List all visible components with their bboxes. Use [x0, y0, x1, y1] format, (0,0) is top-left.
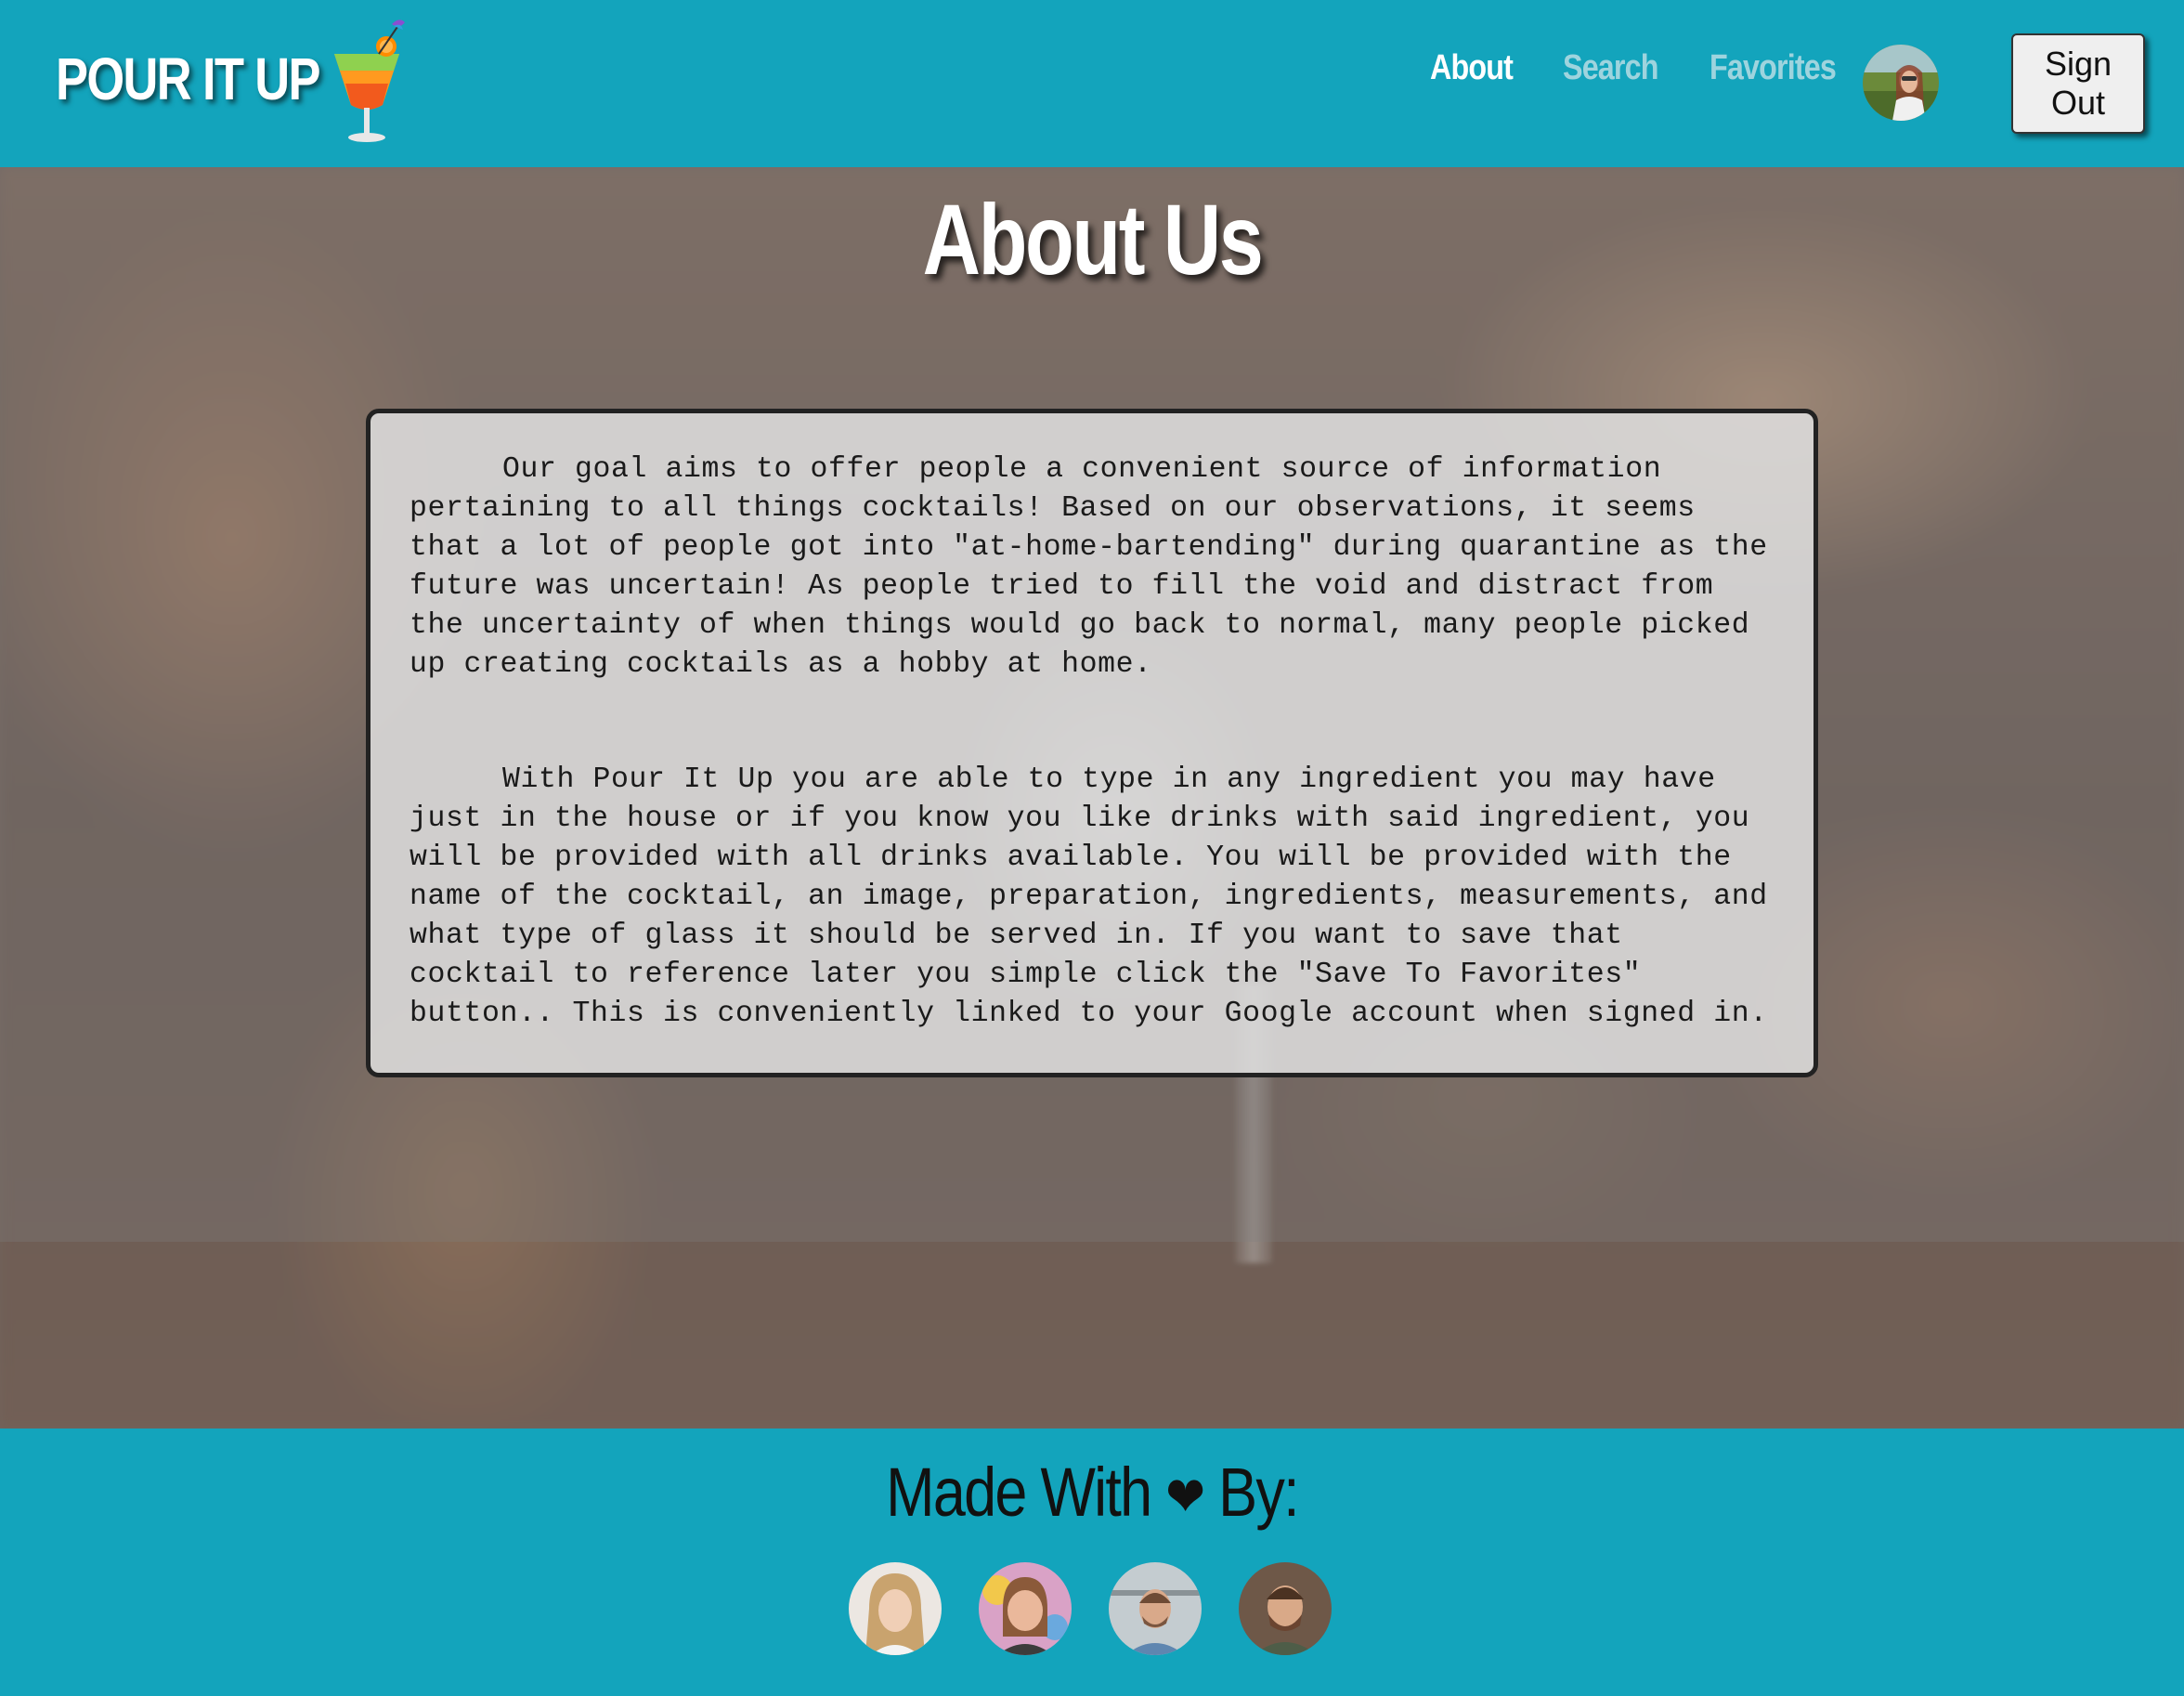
lower-overlay	[0, 1242, 2184, 1429]
about-paragraph-goal: Our goal aims to offer people a convenie…	[410, 453, 1768, 681]
tropical-drink-icon	[334, 20, 405, 142]
nav-about[interactable]: About	[1430, 48, 1514, 88]
footer-title-suffix: By:	[1218, 1454, 1299, 1531]
main-nav: About Search Favorites	[1430, 48, 1858, 88]
footer: Made With ❤ By:	[0, 1429, 2184, 1696]
team-member-avatar[interactable]	[979, 1562, 1072, 1655]
footer-title-prefix: Made With	[886, 1454, 1152, 1531]
brand[interactable]: POUR IT UP	[56, 20, 405, 142]
team-member-photo	[1109, 1562, 1202, 1655]
nav-search[interactable]: Search	[1563, 48, 1658, 88]
team-member-avatar[interactable]	[1109, 1562, 1202, 1655]
team-avatars	[849, 1562, 1332, 1655]
team-member-avatar[interactable]	[849, 1562, 942, 1655]
user-avatar-photo	[1863, 45, 1939, 121]
sign-out-button[interactable]: Sign Out	[2011, 33, 2145, 134]
heart-icon: ❤	[1165, 1466, 1205, 1528]
about-card: Our goal aims to offer people a convenie…	[366, 409, 1818, 1077]
team-member-photo	[849, 1562, 942, 1655]
app-title: POUR IT UP	[56, 46, 321, 112]
top-navbar: POUR IT UP About Search Favorites Sign O…	[0, 0, 2184, 167]
team-member-avatar[interactable]	[1239, 1562, 1332, 1655]
team-member-photo	[1239, 1562, 1332, 1655]
page-title: About Us	[922, 183, 1264, 295]
footer-title: Made With ❤ By:	[0, 1453, 2184, 1532]
about-paragraph-features: With Pour It Up you are able to type in …	[410, 763, 1768, 1030]
nav-favorites[interactable]: Favorites	[1710, 48, 1837, 88]
team-member-photo	[979, 1562, 1072, 1655]
user-avatar[interactable]	[1863, 45, 1939, 121]
